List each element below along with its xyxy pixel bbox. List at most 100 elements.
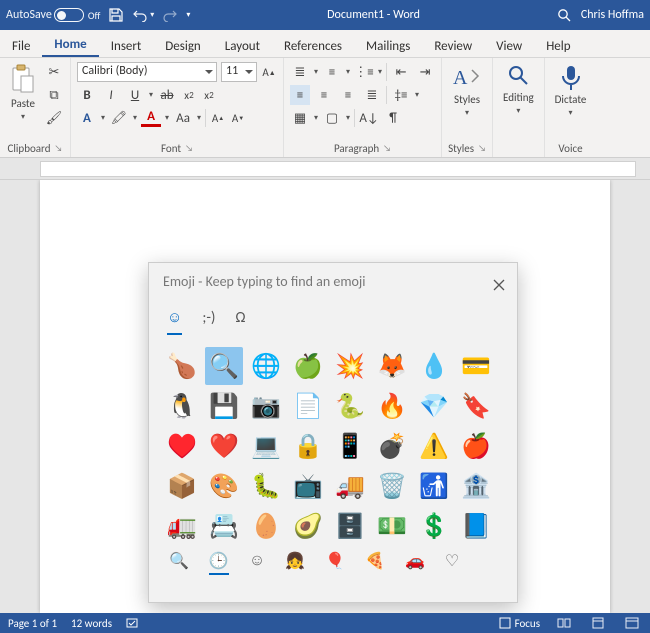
status-page[interactable]: Page 1 of 1 — [8, 617, 57, 630]
emoji-television[interactable]: 📺 — [289, 467, 327, 505]
redo-button[interactable] — [162, 8, 178, 22]
emoji-package[interactable]: 📦 — [163, 467, 201, 505]
status-words[interactable]: 12 words — [71, 617, 112, 630]
increase-indent-icon[interactable]: ⇥ — [415, 62, 435, 82]
emoji-category-search[interactable]: 🔍 — [169, 549, 189, 575]
subscript-icon[interactable]: x2 — [181, 87, 197, 103]
emoji-fire[interactable]: 🔥 — [373, 387, 411, 425]
tab-insert[interactable]: Insert — [99, 35, 154, 57]
decrease-indent-icon[interactable]: ⇤ — [391, 62, 411, 82]
emoji-magnifying-glass[interactable]: 🔍 — [205, 347, 243, 385]
bullets-icon[interactable]: ≣ — [290, 62, 310, 82]
superscript-icon[interactable]: x2 — [201, 87, 217, 103]
strikethrough-icon[interactable]: ab — [157, 85, 177, 105]
emoji-articulated-lorry[interactable]: 🚛 — [163, 507, 201, 545]
bold-icon[interactable]: B — [77, 85, 97, 105]
emoji-tab-symbols[interactable]: Ω — [235, 309, 245, 335]
tab-references[interactable]: References — [272, 35, 354, 57]
emoji-avocado[interactable]: 🥑 — [289, 507, 327, 545]
dictate-button[interactable]: Dictate ▾ — [551, 62, 591, 120]
emoji-litter-bin[interactable]: 🚮 — [415, 467, 453, 505]
focus-mode-button[interactable]: Focus — [499, 617, 540, 630]
styles-button[interactable]: A Styles ▾ — [448, 62, 486, 120]
font-size-combo[interactable]: 11 — [221, 62, 257, 82]
dialog-launcher-icon[interactable]: ↘ — [383, 143, 391, 154]
emoji-lock[interactable]: 🔒 — [289, 427, 327, 465]
emoji-camera[interactable]: 📷 — [247, 387, 285, 425]
emoji-tab-kaomoji[interactable]: ;-) — [202, 309, 215, 335]
format-painter-icon[interactable]: 🖌 — [44, 108, 64, 128]
cut-icon[interactable]: ✂ — [44, 62, 64, 82]
change-case-icon[interactable]: Aa — [173, 108, 193, 128]
emoji-wastebasket[interactable]: 🗑️ — [373, 467, 411, 505]
increase-font-icon[interactable]: A▲ — [261, 64, 277, 80]
emoji-category-smileys[interactable]: ☺ — [249, 549, 265, 575]
emoji-egg[interactable]: 🥚 — [247, 507, 285, 545]
highlight-icon[interactable]: 🖍 — [109, 108, 129, 128]
emoji-heart-suit[interactable]: ♥️ — [163, 427, 201, 465]
dialog-launcher-icon[interactable]: ↘ — [185, 143, 193, 154]
multilevel-list-icon[interactable]: ⋮≡ — [354, 62, 374, 82]
emoji-delivery-truck[interactable]: 🚚 — [331, 467, 369, 505]
emoji-category-recent[interactable]: 🕒 — [209, 549, 229, 575]
autosave-toggle[interactable]: AutoSave Off — [6, 8, 100, 22]
emoji-blue-book[interactable]: 📘 — [457, 507, 495, 545]
align-center-icon[interactable]: ≡ — [314, 85, 334, 105]
print-layout-icon[interactable] — [588, 615, 608, 631]
emoji-dollar-banknote[interactable]: 💵 — [373, 507, 411, 545]
justify-icon[interactable]: ≣ — [362, 85, 382, 105]
font-color-icon[interactable]: A — [141, 110, 161, 127]
emoji-mobile-phone[interactable]: 📱 — [331, 427, 369, 465]
qat-customize[interactable]: ▾ — [186, 10, 190, 20]
line-spacing-icon[interactable]: ‡≡ — [391, 85, 411, 105]
emoji-card-file[interactable]: 📇 — [205, 507, 243, 545]
tab-review[interactable]: Review — [422, 35, 484, 57]
dialog-launcher-icon[interactable]: ↘ — [478, 143, 486, 154]
emoji-red-heart[interactable]: ❤️ — [205, 427, 243, 465]
tab-design[interactable]: Design — [153, 35, 212, 57]
text-effects-icon[interactable]: A — [77, 108, 97, 128]
emoji-category-people[interactable]: 👧 — [285, 549, 305, 575]
borders-icon[interactable]: ▢ — [322, 108, 342, 128]
search-icon[interactable] — [557, 8, 571, 22]
copy-icon[interactable]: ⧉ — [44, 85, 64, 105]
emoji-category-hearts[interactable]: ♡ — [445, 549, 459, 575]
emoji-collision[interactable]: 💥 — [331, 347, 369, 385]
status-proofing-icon[interactable] — [126, 617, 140, 629]
emoji-category-food[interactable]: 🍕 — [365, 549, 385, 575]
emoji-penguin[interactable]: 🐧 — [163, 387, 201, 425]
emoji-page[interactable]: 📄 — [289, 387, 327, 425]
tab-layout[interactable]: Layout — [213, 35, 272, 57]
tab-view[interactable]: View — [484, 35, 534, 57]
emoji-bookmark[interactable]: 🔖 — [457, 387, 495, 425]
emoji-floppy-disk[interactable]: 💾 — [205, 387, 243, 425]
grow-font-icon[interactable]: A▲ — [210, 110, 226, 126]
emoji-category-transport[interactable]: 🚗 — [405, 549, 425, 575]
shrink-font-icon[interactable]: A▼ — [230, 110, 246, 126]
font-name-combo[interactable]: Calibri (Body) — [77, 62, 217, 82]
tab-mailings[interactable]: Mailings — [354, 35, 422, 57]
emoji-bomb[interactable]: 💣 — [373, 427, 411, 465]
emoji-poultry-leg[interactable]: 🍗 — [163, 347, 201, 385]
tab-help[interactable]: Help — [534, 35, 582, 57]
emoji-gem[interactable]: 💎 — [415, 387, 453, 425]
user-name[interactable]: Chris Hoffma — [581, 8, 644, 22]
sort-icon[interactable]: A↓ — [359, 108, 379, 128]
emoji-category-celebration[interactable]: 🎈 — [325, 549, 345, 575]
numbering-icon[interactable]: ≡ — [322, 62, 342, 82]
emoji-globe[interactable]: 🌐 — [247, 347, 285, 385]
emoji-bug[interactable]: 🐛 — [247, 467, 285, 505]
align-right-icon[interactable]: ≡ — [338, 85, 358, 105]
emoji-credit-card[interactable]: 💳 — [457, 347, 495, 385]
emoji-laptop[interactable]: 💻 — [247, 427, 285, 465]
paste-button[interactable]: Paste ▾ — [6, 62, 40, 124]
read-mode-icon[interactable] — [554, 615, 574, 631]
emoji-snake[interactable]: 🐍 — [331, 387, 369, 425]
web-layout-icon[interactable] — [622, 615, 642, 631]
shading-icon[interactable]: ▦ — [290, 108, 310, 128]
align-left-icon[interactable]: ≡ — [290, 85, 310, 105]
emoji-green-apple[interactable]: 🍏 — [289, 347, 327, 385]
underline-icon[interactable]: U — [125, 85, 145, 105]
emoji-artist-palette[interactable]: 🎨 — [205, 467, 243, 505]
dialog-launcher-icon[interactable]: ↘ — [55, 143, 63, 154]
